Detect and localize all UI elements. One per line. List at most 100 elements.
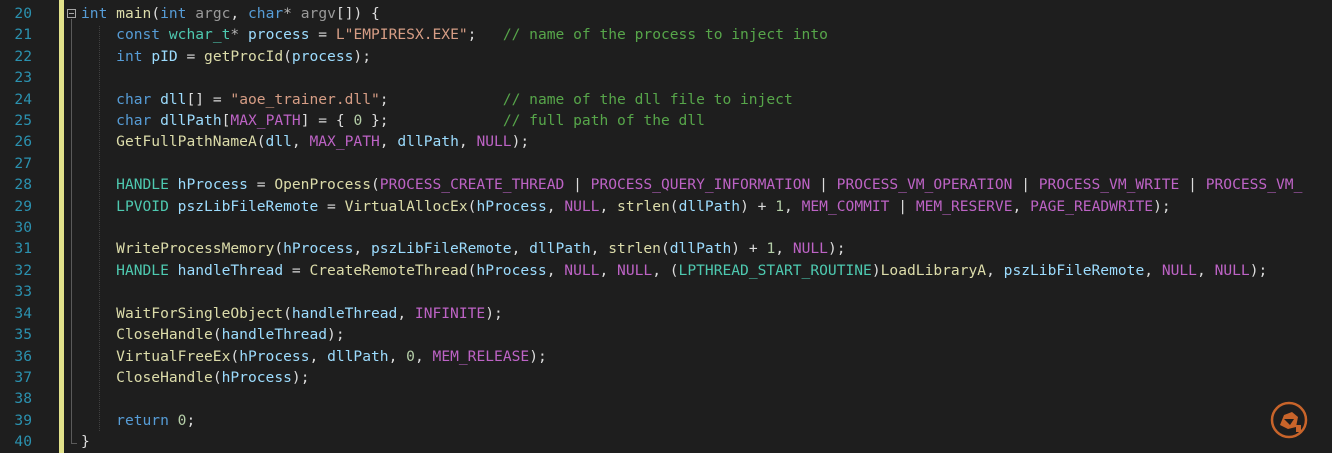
code-line[interactable] [81, 217, 1302, 238]
code-token: , [388, 347, 407, 365]
code-token: return [116, 411, 169, 429]
code-area[interactable]: int main(int argc, char* argv[]) { const… [81, 3, 1302, 453]
code-token: L"EMPIRESX.EXE" [335, 26, 468, 44]
code-line[interactable]: GetFullPathNameA(dll, MAX_PATH, dllPath,… [81, 131, 1302, 152]
code-line[interactable]: char dllPath[MAX_PATH] = { 0 }; // full … [81, 110, 1302, 131]
code-token: , [353, 240, 371, 258]
code-line[interactable]: HANDLE hProcess = OpenProcess(PROCESS_CR… [81, 174, 1302, 195]
code-token: , [309, 347, 328, 365]
code-line[interactable]: WriteProcessMemory(hProcess, pszLibFileR… [81, 238, 1302, 259]
code-line[interactable]: int pID = getProcId(process); [81, 46, 1302, 67]
code-token: = [177, 47, 205, 65]
code-line[interactable]: int main(int argc, char* argv[]) { [81, 3, 1302, 24]
code-token: ); [1249, 261, 1268, 279]
line-number: 39 [14, 411, 32, 429]
code-line[interactable]: VirtualFreeEx(hProcess, dllPath, 0, MEM_… [81, 346, 1302, 367]
code-line[interactable]: } [81, 431, 1302, 452]
code-token: ); [827, 240, 846, 258]
code-token: ( [370, 176, 380, 194]
line-number-gutter: 20 21 22 23 24 25 26 27 28 29 30 31 32 33 34 35 36 37 38 39… [0, 3, 40, 453]
code-token: handleThread [291, 304, 398, 322]
code-editor[interactable]: 20 21 22 23 24 25 26 27 28 29 30 31 32 33 34 35 36 37 38 39… [0, 0, 1332, 453]
code-token: NULL [476, 133, 512, 151]
code-token: // name of the process to inject into [502, 26, 828, 44]
code-token: , [986, 261, 1004, 279]
code-line[interactable]: LPVOID pszLibFileRemote = VirtualAllocEx… [81, 196, 1302, 217]
code-token: , [599, 261, 618, 279]
logo-watermark-icon [1270, 401, 1308, 439]
code-token: char [248, 5, 284, 22]
code-token: | [1179, 176, 1206, 194]
code-token: * [283, 5, 292, 22]
code-token: []) { [335, 5, 380, 22]
code-token: argv [300, 5, 336, 22]
code-token: dll [265, 133, 292, 151]
code-token: CloseHandle [116, 326, 213, 344]
code-token: ; [186, 411, 196, 429]
code-token: ; [467, 26, 503, 44]
code-token: LPVOID [116, 197, 169, 215]
code-line[interactable] [81, 67, 1302, 88]
code-token: ) + [731, 240, 767, 258]
code-line[interactable]: HANDLE handleThread = CreateRemoteThread… [81, 260, 1302, 281]
code-token: "aoe_trainer.dll" [230, 90, 380, 108]
code-token: ( [256, 133, 266, 151]
code-token: PROCESS_QUERY_INFORMATION [590, 176, 811, 194]
code-token: , [458, 133, 477, 151]
line-number: 24 [14, 90, 32, 108]
code-token: NULL [1214, 261, 1250, 279]
code-token: main [116, 5, 152, 22]
line-number: 27 [14, 154, 32, 172]
code-line[interactable] [81, 281, 1302, 302]
code-token: process [248, 26, 310, 44]
code-line[interactable]: char dll[] = "aoe_trainer.dll"; // name … [81, 89, 1302, 110]
fold-region-end [71, 443, 77, 444]
code-line[interactable] [81, 388, 1302, 409]
code-token: dll [160, 90, 187, 108]
collapse-minus-icon[interactable] [67, 9, 76, 18]
code-token: , [1012, 197, 1031, 215]
code-token: MEM_RELEASE [432, 347, 530, 365]
code-token: ( [274, 240, 284, 258]
code-token: , [1196, 261, 1215, 279]
code-token: , [414, 347, 433, 365]
code-token: dllPath [669, 240, 732, 258]
code-token: ) [871, 261, 881, 279]
code-token: dllPath [678, 197, 741, 215]
code-line[interactable]: const wchar_t* process = L"EMPIRESX.EXE"… [81, 24, 1302, 45]
code-token: pszLibFileRemote [370, 240, 512, 258]
code-token: dllPath [327, 347, 389, 365]
code-token: ( [283, 304, 292, 322]
code-token: wchar_t [168, 26, 231, 44]
code-token: ; [379, 90, 503, 108]
code-line[interactable]: WaitForSingleObject(handleThread, INFINI… [81, 303, 1302, 324]
change-tracking-bar [59, 0, 64, 453]
code-token: CreateRemoteThread [309, 261, 468, 279]
code-token: LoadLibraryA [880, 261, 987, 279]
code-line[interactable]: CloseHandle(handleThread); [81, 324, 1302, 345]
code-token: GetFullPathNameA [116, 133, 257, 151]
code-token: 0 [353, 112, 363, 130]
line-number: 23 [14, 69, 32, 87]
code-line[interactable]: CloseHandle(hProcess); [81, 367, 1302, 388]
code-token: MAX_PATH [309, 133, 380, 151]
code-token: ( [669, 197, 679, 215]
code-token: handleThread [177, 261, 284, 279]
line-number: 32 [14, 261, 32, 279]
code-line[interactable]: return 0; [81, 410, 1302, 431]
code-token: PROCESS_VM_WRITE [1038, 176, 1180, 194]
code-line[interactable] [81, 153, 1302, 174]
code-token: int [116, 47, 143, 65]
line-number: 34 [14, 304, 32, 322]
code-token: hProcess [177, 176, 248, 194]
